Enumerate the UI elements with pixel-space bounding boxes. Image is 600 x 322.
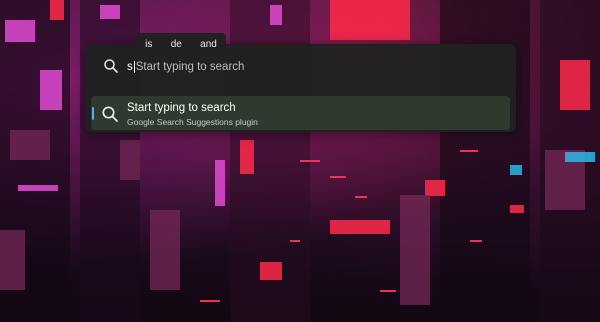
selection-indicator [92, 107, 94, 120]
text-caret [133, 61, 135, 73]
search-placeholder: Start typing to search [135, 61, 245, 73]
result-item[interactable]: Start typing to search Google Search Sug… [91, 96, 510, 130]
search-typed-text: s [127, 61, 133, 73]
result-subtitle: Google Search Suggestions plugin [127, 117, 258, 127]
search-icon [103, 58, 119, 74]
suggestion-chip[interactable]: and [196, 39, 221, 50]
launcher-window: s Start typing to search Start typing to… [85, 44, 516, 132]
search-icon [101, 105, 119, 123]
result-title: Start typing to search [127, 102, 236, 114]
search-input[interactable]: s Start typing to search [127, 59, 244, 75]
suggestion-chip[interactable]: is [141, 39, 156, 50]
word-suggestions: is de and [136, 33, 226, 56]
suggestion-chip[interactable]: de [167, 39, 186, 50]
